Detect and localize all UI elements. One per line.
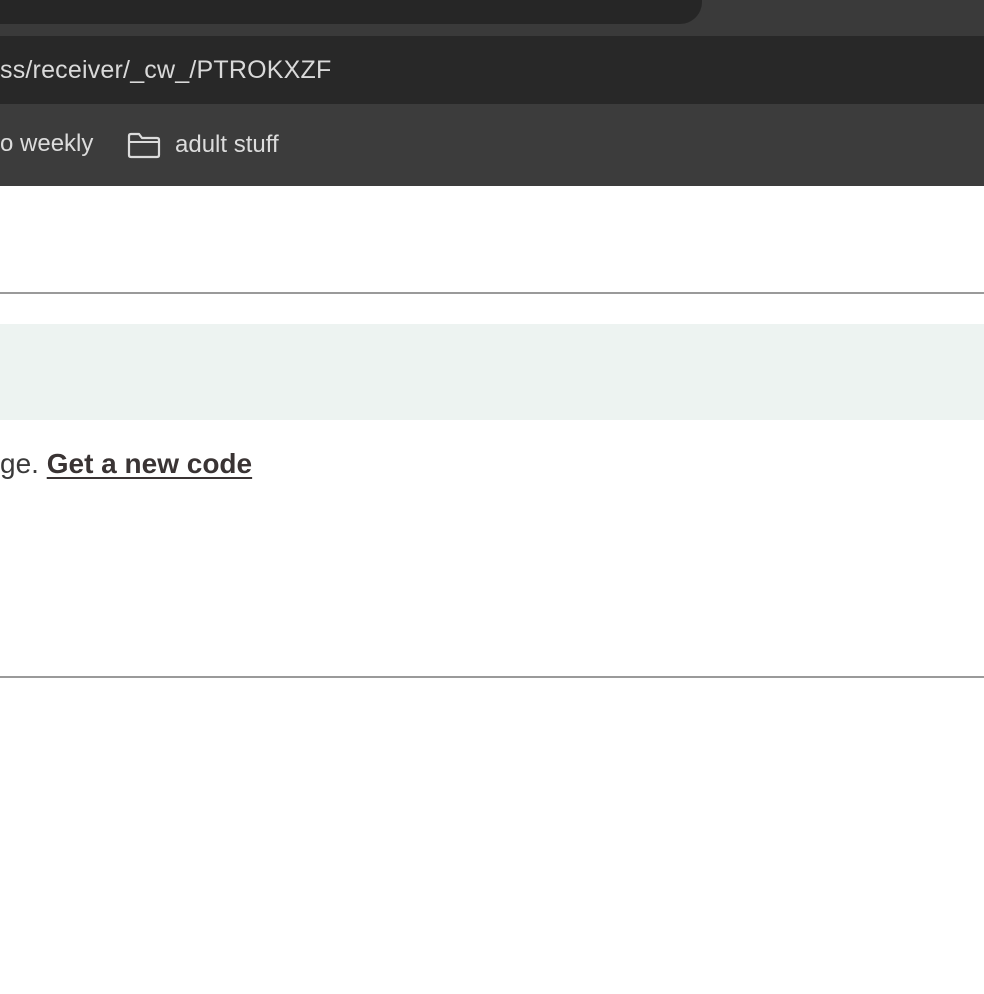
url-text[interactable]: ss/receiver/_cw_/PTROKXZF xyxy=(0,36,331,104)
address-bar[interactable]: ss/receiver/_cw_/PTROKXZF xyxy=(0,36,984,104)
bookmark-label: adult stuff xyxy=(175,131,279,158)
folder-icon xyxy=(127,132,161,159)
bookmark-weekly[interactable]: o weekly xyxy=(0,104,93,186)
notice-banner xyxy=(0,324,984,420)
expired-code-message: ge. Get a new code xyxy=(0,444,252,484)
divider xyxy=(0,676,984,678)
tab-strip xyxy=(0,0,984,36)
get-new-code-link[interactable]: Get a new code xyxy=(47,448,252,479)
active-tab[interactable] xyxy=(0,0,702,24)
bookmark-folder-adult-stuff[interactable]: adult stuff xyxy=(127,104,279,186)
message-text: ge. xyxy=(0,448,39,479)
page-content: ge. Get a new code xyxy=(0,186,984,994)
browser-chrome: ss/receiver/_cw_/PTROKXZF o weekly adult… xyxy=(0,0,984,186)
bookmarks-bar: o weekly adult stuff xyxy=(0,104,984,186)
divider xyxy=(0,292,984,294)
